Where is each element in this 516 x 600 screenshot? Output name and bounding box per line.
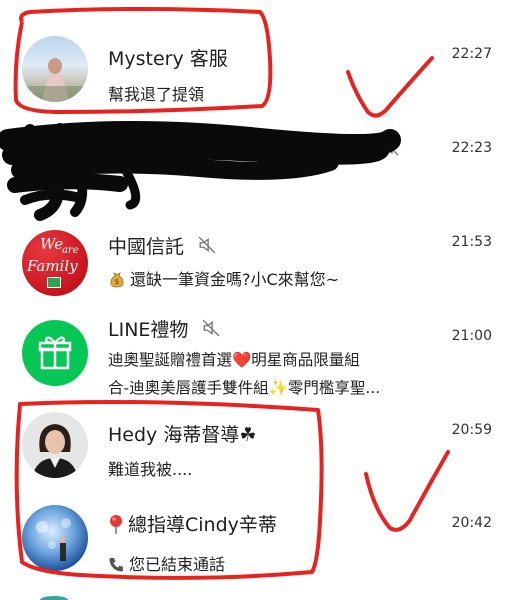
gift-icon: [38, 336, 72, 370]
line-gift-avatar: [22, 320, 88, 386]
redacted-text: /(?(?: [320, 136, 347, 150]
chat-name-text: LINE禮物: [108, 319, 189, 341]
chat-last-message: 難道我被....: [108, 460, 193, 479]
chat-last-message-line-1: 迪奧聖誕贈禮首選❤️明星商品限量組: [108, 351, 360, 369]
chat-name: 中國信託: [108, 232, 216, 259]
chat-name: Hedy 海蒂督導☘: [108, 424, 257, 446]
avatar-text-we: We: [40, 235, 64, 253]
chat-name: 總指導Cindy辛蒂: [108, 510, 277, 539]
chat-row-redacted[interactable]: /(?(? 22:23: [0, 120, 516, 220]
chat-name: Mystery 客服: [108, 48, 228, 70]
chat-time: 20:42: [451, 515, 492, 531]
chat-row-cindy[interactable]: 總指導Cindy辛蒂 您已結束通話 20:42: [0, 495, 516, 585]
chat-last-message: 您已結束通話: [108, 551, 225, 577]
phone-icon: [108, 556, 125, 577]
chat-last-message-text: 您已結束通話: [129, 555, 226, 574]
ctbc-logo-avatar: We are Family: [22, 230, 88, 296]
chat-time: 22:27: [451, 46, 492, 62]
avatar: [22, 505, 88, 571]
chat-time: 20:59: [451, 422, 492, 438]
chat-row-line-gift[interactable]: LINE禮物 迪奧聖誕贈禮首選❤️明星商品限量組 合-迪奧美唇護手雙件組✨零門檻…: [0, 310, 516, 400]
chat-last-message: 幫我退了提領: [108, 85, 205, 104]
mute-icon: [383, 140, 399, 160]
chat-name-text: 總指導Cindy辛蒂: [128, 514, 277, 536]
svg-text:$: $: [115, 278, 119, 286]
chat-row-mystery[interactable]: Mystery 客服 幫我退了提領 22:27: [0, 0, 516, 120]
mute-icon: [202, 319, 220, 342]
avatar: [22, 412, 88, 478]
chat-last-message-line-2: 合-迪奧美唇護手雙件組✨零門檻享聖...: [108, 379, 381, 397]
chat-time: 21:00: [451, 328, 492, 344]
chat-last-message: $ 還缺一筆資金嗎?小C來幫您~: [108, 266, 339, 292]
avatar: [22, 36, 88, 102]
chat-name: LINE禮物: [108, 315, 220, 342]
chat-row-ctbc[interactable]: We are Family 中國信託 $ 還缺一筆資金嗎?小C來幫您~ 21:5…: [0, 220, 516, 310]
mute-icon: [198, 236, 216, 259]
avatar-text-family: Family: [27, 257, 78, 275]
chat-time: 21:53: [451, 234, 492, 250]
ctbc-mark-icon: [47, 277, 61, 288]
avatar-text-are: are: [62, 245, 79, 256]
money-bag-icon: $: [108, 270, 126, 292]
chat-last-message-text: 還缺一筆資金嗎?小C來幫您~: [130, 270, 340, 289]
chat-row-hedy[interactable]: Hedy 海蒂督導☘ 難道我被.... 20:59: [0, 400, 516, 495]
chat-time: 22:23: [451, 140, 492, 156]
chat-name-text: 中國信託: [108, 236, 185, 258]
next-row-avatar-partial: [40, 596, 68, 600]
pin-icon: [108, 514, 124, 539]
